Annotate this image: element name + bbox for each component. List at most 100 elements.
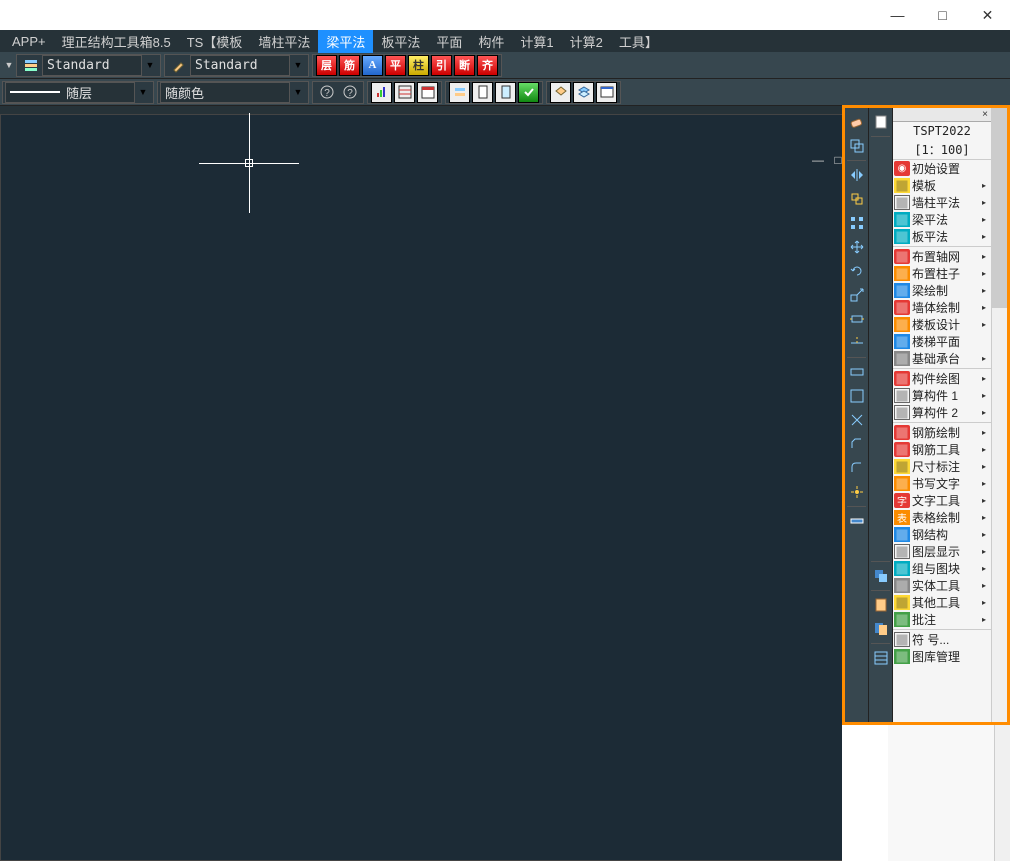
canvas-minimize-icon[interactable]: —: [811, 153, 825, 167]
menu-item-found[interactable]: 基础承台▸: [893, 350, 991, 367]
vt-join-icon[interactable]: [846, 409, 868, 431]
vt-copy-icon[interactable]: [846, 135, 868, 157]
menu-item-note[interactable]: 批注▸: [893, 611, 991, 628]
vt-stretch-icon[interactable]: [846, 308, 868, 330]
menu-item-ent[interactable]: 实体工具▸: [893, 577, 991, 594]
style-combo-1-arrow[interactable]: ▼: [142, 60, 158, 70]
style-combo-2[interactable]: Standard: [190, 55, 290, 76]
menu-item-lib[interactable]: 图库管理: [893, 648, 991, 665]
char-icon-柱[interactable]: 柱: [408, 55, 429, 76]
layer-properties-icon[interactable]: [20, 55, 41, 76]
tool-check-icon[interactable]: [518, 82, 539, 103]
menu-item-block[interactable]: 组与图块▸: [893, 560, 991, 577]
brush-icon[interactable]: [168, 55, 189, 76]
menu-item-rtool[interactable]: 钢筋工具▸: [893, 441, 991, 458]
menu-item-字[interactable]: 字文字工具▸: [893, 492, 991, 509]
toolbar-dropdown-1[interactable]: ▼: [2, 55, 16, 76]
menu-item-4[interactable]: 梁平法: [318, 30, 373, 53]
menu-item-stair[interactable]: 楼梯平面: [893, 333, 991, 350]
vt2-paste2-icon[interactable]: [870, 618, 892, 640]
drawing-canvas[interactable]: — □ ✕: [0, 114, 872, 861]
tool-calendar-icon[interactable]: [417, 82, 438, 103]
vt-break-icon[interactable]: [846, 385, 868, 407]
style-combo-1[interactable]: Standard: [42, 55, 142, 76]
menu-item-9[interactable]: 计算2: [562, 30, 611, 53]
vt-rotate-icon[interactable]: [846, 260, 868, 282]
tool-layers2-icon[interactable]: [573, 82, 594, 103]
minimize-button[interactable]: —: [875, 0, 920, 30]
vt2-paste-icon[interactable]: [870, 594, 892, 616]
menu-item-wall[interactable]: 墙体绘制▸: [893, 299, 991, 316]
char-icon-齐[interactable]: 齐: [477, 55, 498, 76]
menu-item-floor[interactable]: 楼板设计▸: [893, 316, 991, 333]
char-icon-断[interactable]: 断: [454, 55, 475, 76]
menu-item-5[interactable]: 板平法: [373, 30, 428, 53]
menu-item-tmpl[interactable]: 模板▸: [893, 177, 991, 194]
menu-item-8[interactable]: 计算1: [512, 30, 561, 53]
menu-item-slab[interactable]: 板平法▸: [893, 228, 991, 245]
menu-item-calc1[interactable]: 算构件 1▸: [893, 387, 991, 404]
menu-item-2[interactable]: TS【模板: [179, 30, 251, 53]
char-icon-层[interactable]: 层: [316, 55, 337, 76]
close-button[interactable]: ✕: [965, 0, 1010, 30]
vt-offset-icon[interactable]: [846, 188, 868, 210]
menu-item-steel[interactable]: 钢结构▸: [893, 526, 991, 543]
char-icon-筋[interactable]: 筋: [339, 55, 360, 76]
help-icon-1[interactable]: ?: [316, 82, 337, 103]
menu-item-dim[interactable]: 尺寸标注▸: [893, 458, 991, 475]
color-combo[interactable]: 随颜色: [160, 82, 290, 103]
panel-scrollbar[interactable]: [991, 108, 1007, 722]
vt2-props-icon[interactable]: [870, 647, 892, 669]
menu-item-rebar[interactable]: 钢筋绘制▸: [893, 424, 991, 441]
color-arrow[interactable]: ▼: [290, 87, 306, 97]
menu-item-7[interactable]: 构件: [470, 30, 512, 53]
help-icon-2[interactable]: ?: [339, 82, 360, 103]
scrollbar-thumb[interactable]: [992, 108, 1007, 308]
vt-move-icon[interactable]: [846, 236, 868, 258]
menu-item-10[interactable]: 工具】: [611, 30, 666, 53]
menu-item-comp[interactable]: 构件绘图▸: [893, 370, 991, 387]
vt-trim-icon[interactable]: [846, 332, 868, 354]
menu-item-3[interactable]: 墙柱平法: [250, 30, 318, 53]
vt-mirror-icon[interactable]: [846, 164, 868, 186]
menu-item-axis[interactable]: 布置轴网▸: [893, 248, 991, 265]
menu-item-表[interactable]: 表表格绘制▸: [893, 509, 991, 526]
menu-item-sym[interactable]: 符 号...: [893, 631, 991, 648]
vt-explode-icon[interactable]: [846, 481, 868, 503]
style-combo-2-arrow[interactable]: ▼: [290, 60, 306, 70]
vt-scale-icon[interactable]: [846, 284, 868, 306]
char-icon-平[interactable]: 平: [385, 55, 406, 76]
menu-item-other[interactable]: 其他工具▸: [893, 594, 991, 611]
vt2-new-icon[interactable]: [870, 111, 892, 133]
menu-item-layer[interactable]: 图层显示▸: [893, 543, 991, 560]
menu-item-gear[interactable]: ◉初始设置: [893, 160, 991, 177]
menu-item-beam2[interactable]: 梁绘制▸: [893, 282, 991, 299]
menu-item-1[interactable]: 理正结构工具箱8.5: [54, 30, 179, 53]
vt-eraser-icon[interactable]: [846, 111, 868, 133]
vt-chamfer-icon[interactable]: [846, 433, 868, 455]
menu-item-calc2[interactable]: 算构件 2▸: [893, 404, 991, 421]
tool-hatch-icon[interactable]: [394, 82, 415, 103]
tool-page-icon[interactable]: [472, 82, 493, 103]
lower-scrollbar[interactable]: [994, 725, 1010, 861]
vt-measure-icon[interactable]: [846, 510, 868, 532]
menu-item-text[interactable]: 书写文字▸: [893, 475, 991, 492]
tool-stack-icon[interactable]: [449, 82, 470, 103]
maximize-button[interactable]: □: [920, 0, 965, 30]
menu-item-6[interactable]: 平面: [428, 30, 470, 53]
tool-chart-icon[interactable]: [371, 82, 392, 103]
tool-window-icon[interactable]: [596, 82, 617, 103]
panel-close-icon[interactable]: ×: [979, 109, 991, 121]
menu-item-beam[interactable]: 梁平法▸: [893, 211, 991, 228]
vt-extend-icon[interactable]: [846, 361, 868, 383]
vt-array-icon[interactable]: [846, 212, 868, 234]
linetype-arrow[interactable]: ▼: [135, 87, 151, 97]
vt-fillet-icon[interactable]: [846, 457, 868, 479]
tool-layers-icon[interactable]: [550, 82, 571, 103]
char-icon-引[interactable]: 引: [431, 55, 452, 76]
menu-item-0[interactable]: APP+: [4, 32, 54, 51]
vt2-copy-icon[interactable]: [870, 565, 892, 587]
menu-item-col[interactable]: 布置柱子▸: [893, 265, 991, 282]
tool-doc-icon[interactable]: [495, 82, 516, 103]
linetype-combo[interactable]: 随层: [5, 82, 135, 103]
